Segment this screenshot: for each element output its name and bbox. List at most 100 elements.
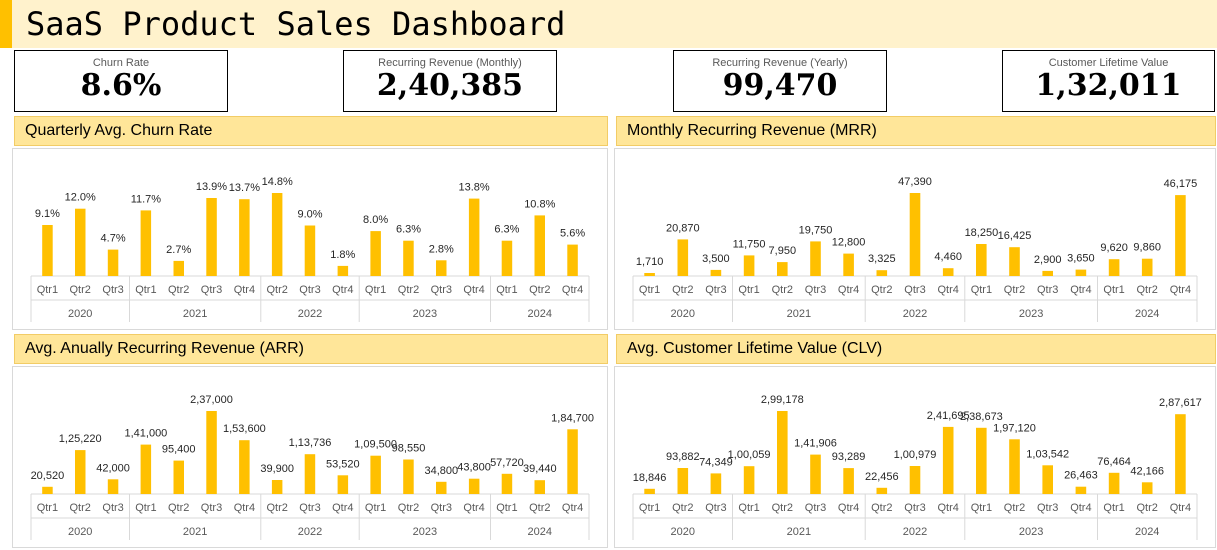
bar	[1108, 472, 1120, 494]
quarter-tick-label: Qtr1	[738, 502, 759, 514]
quarter-tick-label: Qtr3	[805, 284, 826, 296]
bar	[436, 260, 447, 276]
data-label: 2,37,000	[190, 394, 233, 406]
data-label: 1,53,600	[223, 423, 266, 435]
data-label: 2,99,178	[761, 394, 804, 406]
quarter-tick-label: Qtr1	[639, 284, 660, 296]
bar	[1075, 486, 1087, 494]
bar	[710, 269, 722, 276]
bar	[206, 198, 217, 276]
quarter-tick-label: Qtr3	[299, 502, 320, 514]
data-label: 2,87,617	[1159, 397, 1202, 409]
quarter-tick-label: Qtr4	[332, 284, 353, 296]
quarter-tick-label: Qtr1	[1103, 284, 1124, 296]
quarter-tick-label: Qtr1	[365, 502, 386, 514]
data-label: 19,750	[799, 224, 833, 236]
bar	[271, 480, 283, 494]
bar	[1141, 258, 1153, 276]
bar	[75, 450, 86, 494]
data-label: 9.1%	[35, 208, 60, 220]
year-tick-label: 2020	[671, 308, 695, 320]
bar	[1108, 259, 1120, 276]
data-label: 18,250	[965, 227, 999, 239]
bar	[942, 426, 954, 494]
data-label: 98,550	[392, 443, 426, 455]
quarter-tick-label: Qtr3	[431, 284, 452, 296]
quarter-tick-label: Qtr3	[201, 502, 222, 514]
quarter-tick-label: Qtr1	[738, 284, 759, 296]
data-label: 2,38,673	[960, 411, 1003, 423]
year-tick-label: 2022	[903, 526, 927, 538]
year-tick-label: 2020	[68, 308, 92, 320]
kpi-value: 8.6%	[80, 68, 162, 103]
bar	[206, 411, 217, 494]
data-label: 76,464	[1097, 456, 1131, 468]
bar	[173, 460, 184, 494]
kpi-value: 1,32,011	[1035, 68, 1182, 103]
year-tick-label: 2020	[68, 526, 92, 538]
quarter-tick-label: Qtr2	[1136, 284, 1157, 296]
year-tick-label: 2023	[413, 308, 437, 320]
quarter-tick-label: Qtr4	[234, 284, 255, 296]
bar	[743, 255, 755, 276]
data-label: 10.8%	[524, 198, 555, 210]
data-label: 2.7%	[166, 244, 191, 256]
quarter-tick-label: Qtr3	[1037, 502, 1058, 514]
quarter-tick-label: Qtr4	[234, 502, 255, 514]
quarter-tick-label: Qtr1	[135, 284, 156, 296]
data-label: 9.0%	[297, 209, 322, 221]
data-label: 11,750	[733, 238, 766, 250]
bar	[710, 473, 722, 494]
quarter-tick-label: Qtr3	[431, 502, 452, 514]
year-tick-label: 2023	[1019, 308, 1043, 320]
quarter-tick-label: Qtr3	[102, 284, 123, 296]
quarter-tick-label: Qtr2	[168, 502, 189, 514]
title-bar: SaaS Product Sales Dashboard	[0, 0, 1217, 48]
quarter-tick-label: Qtr3	[904, 502, 925, 514]
bar	[534, 480, 545, 494]
quarter-tick-label: Qtr2	[529, 284, 550, 296]
year-tick-label: 2024	[1135, 526, 1159, 538]
bar	[42, 225, 53, 276]
bar	[304, 225, 316, 276]
data-label: 13.8%	[458, 182, 489, 194]
bar	[677, 468, 689, 494]
data-label: 22,456	[865, 471, 899, 483]
data-label: 43,800	[457, 462, 491, 474]
kpi-card-mrr: Recurring Revenue (Monthly) 2,40,385	[343, 50, 557, 112]
bar	[468, 198, 480, 276]
quarter-tick-label: Qtr2	[398, 284, 419, 296]
quarter-tick-label: Qtr2	[871, 284, 892, 296]
bar	[337, 265, 349, 276]
quarter-tick-label: Qtr2	[672, 284, 693, 296]
bar	[304, 454, 316, 494]
data-label: 13.9%	[196, 181, 227, 193]
kpi-value: 99,470	[722, 68, 838, 103]
data-label: 13.7%	[229, 182, 260, 194]
data-label: 11.7%	[131, 193, 162, 205]
chart-panel-clv: 18,846 Qtr1 93,882 Qtr2 74,349 Qtr3 2020 1,00,0…	[614, 366, 1216, 548]
bar	[1042, 465, 1053, 494]
data-label: 1,03,542	[1026, 448, 1069, 460]
bar	[677, 239, 689, 276]
chart-title: Monthly Recurring Revenue (MRR)	[627, 122, 877, 139]
quarter-tick-label: Qtr1	[135, 502, 156, 514]
quarter-tick-label: Qtr2	[871, 502, 892, 514]
bar	[107, 249, 119, 276]
bar	[173, 260, 184, 276]
quarter-tick-label: Qtr4	[463, 502, 484, 514]
clv-bar-chart: 18,846Qtr193,882Qtr274,349Qtr320201,00,0…	[632, 394, 1202, 540]
bar	[876, 270, 888, 276]
data-label: 6.3%	[494, 224, 519, 236]
bar	[976, 244, 987, 276]
quarter-tick-label: Qtr2	[266, 284, 287, 296]
bar	[107, 479, 119, 494]
data-label: 93,882	[666, 451, 700, 463]
bar	[1042, 270, 1053, 276]
chart-panel-churn: 9.1% Qtr1 12.0% Qtr2 4.7% Qtr3 2020 11.7% Qtr1 2.…	[12, 148, 608, 330]
data-label: 12.0%	[65, 192, 96, 204]
year-tick-label: 2020	[671, 526, 695, 538]
data-label: 16,425	[998, 230, 1032, 242]
data-label: 1,13,736	[289, 437, 332, 449]
quarter-tick-label: Qtr2	[672, 502, 693, 514]
